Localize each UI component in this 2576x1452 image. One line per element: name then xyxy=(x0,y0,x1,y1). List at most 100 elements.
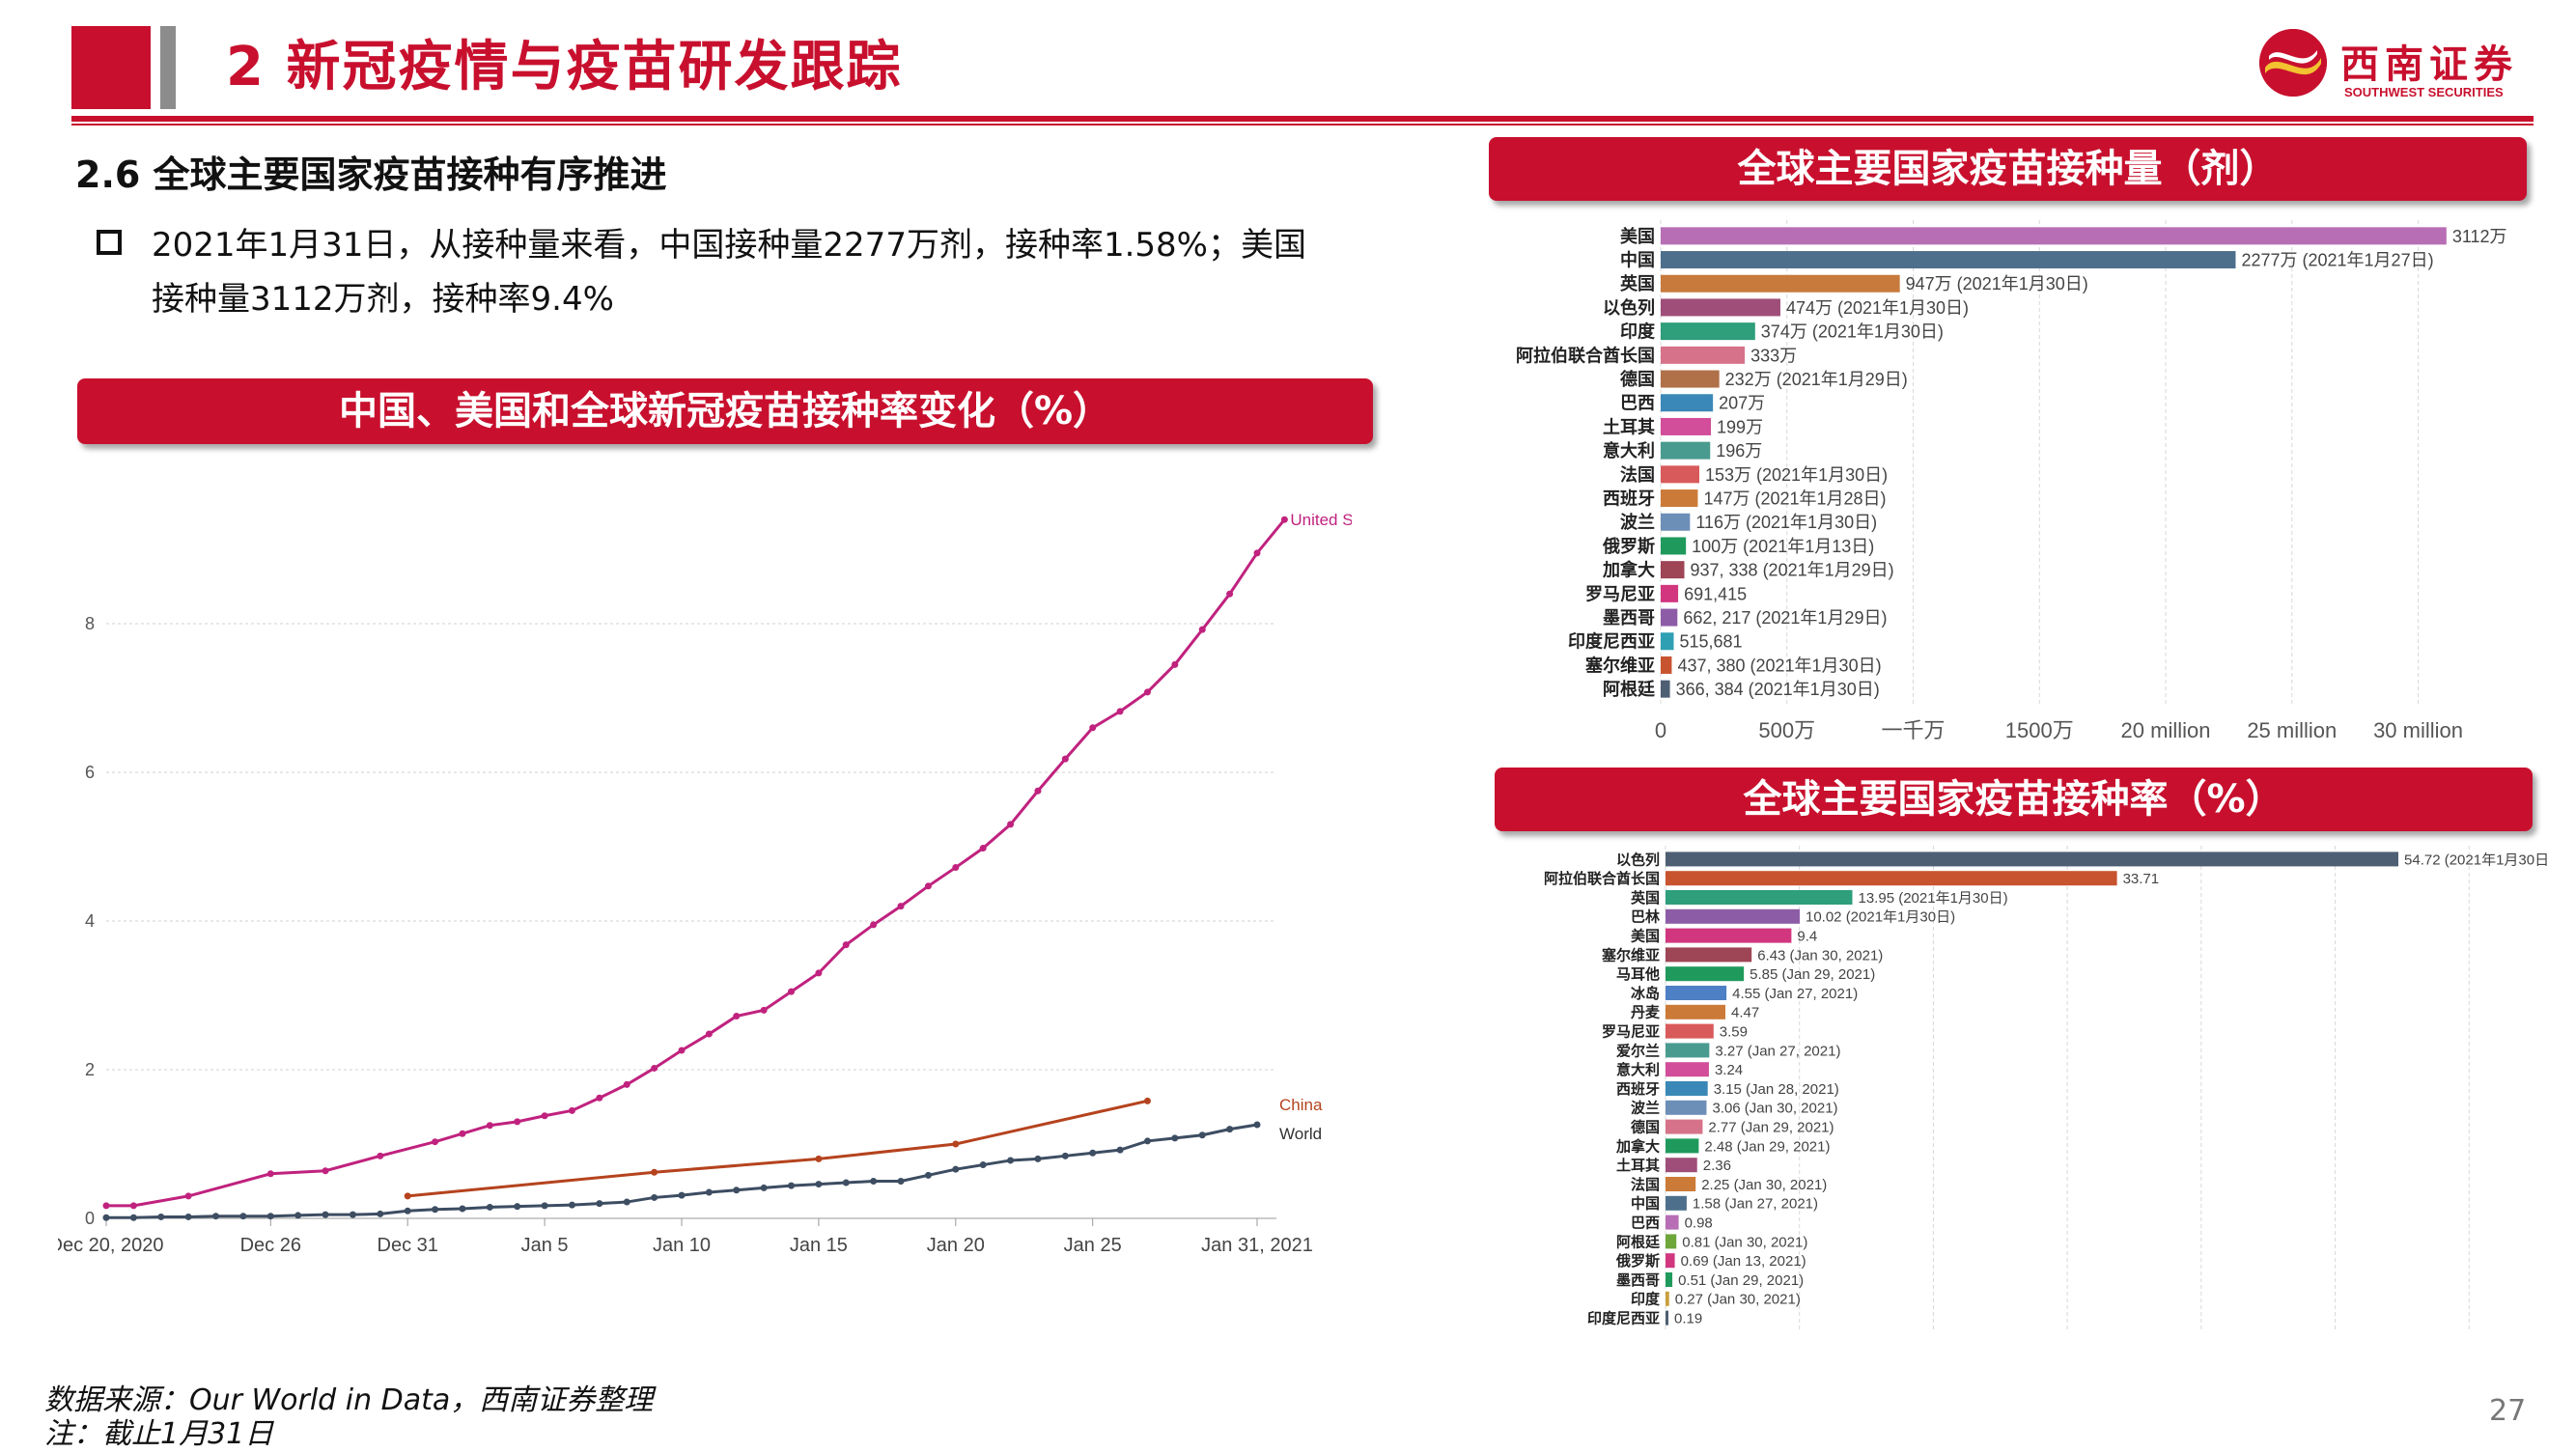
category-label: 以色列 xyxy=(1616,851,1660,868)
data-point xyxy=(1143,688,1151,696)
category-label: 西班牙 xyxy=(1603,489,1655,509)
bar xyxy=(1661,680,1670,698)
category-label: 罗马尼亚 xyxy=(1602,1024,1660,1041)
data-point xyxy=(266,1213,274,1220)
bar-value-label: 333万 xyxy=(1750,346,1797,365)
category-label: 丹麦 xyxy=(1631,1004,1661,1021)
bar xyxy=(1666,1138,1699,1154)
data-point xyxy=(870,1178,878,1185)
x-tick-label: 25 million xyxy=(2247,718,2337,742)
bar xyxy=(1666,1081,1708,1096)
data-point xyxy=(1116,1146,1124,1154)
category-label: 马耳他 xyxy=(1616,965,1660,983)
bar xyxy=(1661,656,1672,674)
data-point xyxy=(897,903,905,910)
category-label: 印度尼西亚 xyxy=(1568,631,1655,652)
series-line-united-states xyxy=(106,518,1286,1208)
bar-value-label: 515,681 xyxy=(1679,632,1742,652)
data-point xyxy=(486,1203,493,1211)
data-point xyxy=(129,1214,137,1221)
data-point xyxy=(404,1207,411,1215)
bar xyxy=(1661,513,1691,531)
data-point xyxy=(705,1188,713,1196)
data-point xyxy=(322,1167,329,1175)
category-label: 英国 xyxy=(1619,273,1655,293)
data-point xyxy=(842,1179,850,1187)
data-point xyxy=(157,1213,165,1220)
data-point xyxy=(651,1168,658,1176)
y-tick-label: 4 xyxy=(85,911,95,931)
bar-value-label: 1.58 (Jan 27, 2021) xyxy=(1693,1196,1818,1213)
bar xyxy=(1666,890,1853,905)
bar xyxy=(1661,537,1687,555)
bar-value-label: 0.69 (Jan 13, 2021) xyxy=(1681,1253,1806,1270)
category-label: 以色列 xyxy=(1603,297,1655,318)
bar xyxy=(1661,274,1900,293)
category-label: 法国 xyxy=(1631,1176,1660,1193)
category-label: 英国 xyxy=(1631,889,1660,907)
x-tick-label: Jan 15 xyxy=(790,1235,848,1256)
data-point xyxy=(1007,821,1015,828)
bar xyxy=(1661,584,1679,602)
category-label: 波兰 xyxy=(1631,1100,1660,1117)
category-label: 美国 xyxy=(1631,928,1660,945)
data-point xyxy=(788,1182,796,1189)
bar xyxy=(1666,986,1727,1000)
bar-value-label: 147万 (2021年1月28日) xyxy=(1703,489,1886,509)
data-point xyxy=(486,1122,493,1130)
x-tick-label: Dec 31 xyxy=(378,1235,438,1256)
category-label: 墨西哥 xyxy=(1603,608,1655,628)
data-point xyxy=(102,1202,110,1210)
x-tick-label: Dec 20, 2020 xyxy=(58,1235,163,1256)
bar-value-label: 2.48 (Jan 29, 2021) xyxy=(1704,1138,1830,1155)
data-point xyxy=(596,1200,603,1208)
category-label: 阿拉伯联合酋长国 xyxy=(1544,870,1660,887)
category-label: 意大利 xyxy=(1603,440,1655,461)
bar xyxy=(1666,1100,1707,1115)
data-point xyxy=(1089,724,1097,732)
x-tick-label: 1500万 xyxy=(2005,718,2074,742)
data-point xyxy=(322,1211,329,1218)
bar-value-label: 366, 384 (2021年1月30日) xyxy=(1676,680,1880,699)
data-point xyxy=(705,1030,713,1038)
series-label: United States xyxy=(1290,511,1352,529)
category-label: 波兰 xyxy=(1620,512,1655,532)
x-tick-label: 30 million xyxy=(2373,718,2463,742)
header-divider xyxy=(71,116,2534,122)
data-point xyxy=(514,1203,521,1211)
bar xyxy=(1666,1291,1669,1306)
category-label: 土耳其 xyxy=(1603,417,1655,436)
data-point xyxy=(239,1213,247,1220)
bar-value-label: 3.15 (Jan 28, 2021) xyxy=(1714,1081,1839,1098)
bar xyxy=(1661,441,1711,460)
bar xyxy=(1661,561,1685,579)
bar-value-label: 0.81 (Jan 30, 2021) xyxy=(1682,1234,1807,1250)
category-label: 冰岛 xyxy=(1631,985,1660,1002)
bar xyxy=(1661,370,1720,388)
data-point xyxy=(1226,590,1234,598)
data-point xyxy=(651,1193,658,1201)
vaccination-rate-bar-chart: 以色列 54.72 (2021年1月30日) 阿拉伯联合酋长国 33.71 英国 13.9… xyxy=(1544,846,2549,1331)
data-point xyxy=(678,1191,686,1199)
data-point xyxy=(952,864,960,872)
data-point xyxy=(733,1013,741,1020)
bar-value-label: 33.71 xyxy=(2123,871,2160,887)
rate-chart-banner: 全球主要国家疫苗接种率（%） xyxy=(1495,768,2533,831)
data-point xyxy=(870,921,878,929)
bar xyxy=(1666,1272,1673,1287)
header-divider-thin xyxy=(71,124,2534,126)
doses-chart-banner: 全球主要国家疫苗接种量（剂） xyxy=(1489,137,2527,201)
data-point xyxy=(377,1210,384,1217)
category-label: 巴西 xyxy=(1620,394,1655,413)
bar xyxy=(1666,1004,1726,1019)
bar-value-label: 3.06 (Jan 30, 2021) xyxy=(1712,1101,1837,1117)
data-point xyxy=(1198,1131,1206,1139)
category-label: 爱尔兰 xyxy=(1616,1042,1660,1059)
data-point xyxy=(514,1118,521,1126)
bar-value-label: 374万 (2021年1月30日) xyxy=(1761,322,1944,342)
data-point xyxy=(294,1212,302,1219)
bar xyxy=(1666,1234,1677,1249)
category-label: 巴林 xyxy=(1631,908,1661,926)
bar xyxy=(1661,227,2447,245)
data-point xyxy=(184,1192,192,1200)
